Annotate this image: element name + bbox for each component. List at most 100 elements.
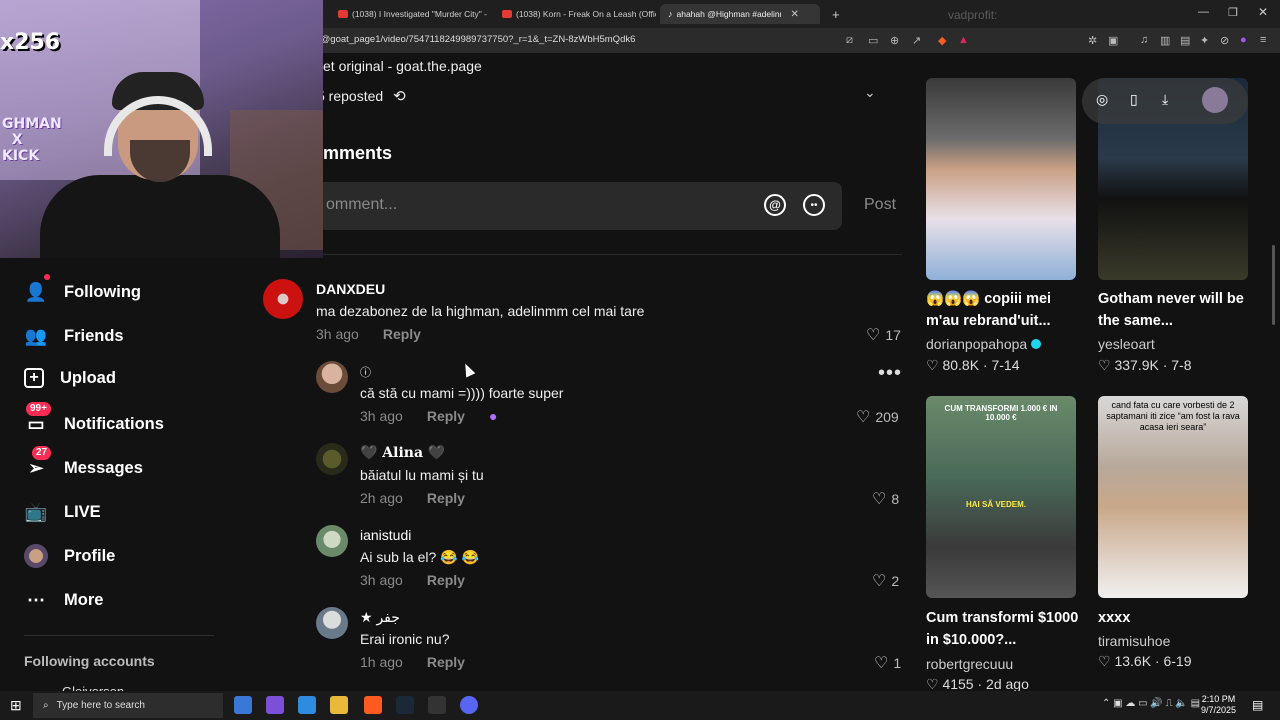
count-overlay: x256 xyxy=(0,30,61,55)
sidebar-item-more[interactable]: ⋯ More xyxy=(24,588,103,612)
comment-author[interactable]: ⓘ xyxy=(360,364,371,380)
discord-icon[interactable] xyxy=(460,696,478,714)
like-button[interactable]: ♡ 1 xyxy=(874,653,901,673)
repost-icon[interactable]: ⟲ xyxy=(393,87,406,105)
terminal-icon[interactable] xyxy=(428,696,446,714)
tray-icons[interactable]: ⌃ ▣ ☁ ▭ 🔊 ⎍ 🔈 ▤ xyxy=(1102,698,1200,709)
comment-author[interactable]: ianistudi xyxy=(360,527,411,543)
avatar[interactable] xyxy=(316,525,348,557)
task-view-icon[interactable] xyxy=(234,696,252,714)
like-button[interactable]: ♡ 209 xyxy=(856,407,899,427)
video-title[interactable]: xxxx xyxy=(1098,607,1258,629)
sidebar-item-following[interactable]: 👤 Following xyxy=(24,274,141,304)
scrollbar[interactable] xyxy=(1272,245,1275,325)
minimize-icon[interactable]: — xyxy=(1198,6,1209,18)
sidebar-item-profile[interactable]: Profile xyxy=(24,544,115,568)
taskbar-search[interactable]: ⌕ Type here to search xyxy=(33,693,223,718)
like-button[interactable]: ♡ 2 xyxy=(872,571,899,591)
brave-shield-icon[interactable]: ◆ xyxy=(938,34,946,47)
brave-icon[interactable] xyxy=(364,696,382,714)
rewards-icon[interactable]: ▲ xyxy=(958,34,969,46)
chevron-down-icon[interactable]: ⌄ xyxy=(864,84,876,101)
browser-tab-active[interactable]: ♪ ahahah @Highman #adelinmm ✕ xyxy=(660,4,820,24)
comment-author[interactable]: 🖤 Alina 🖤 xyxy=(360,445,445,461)
zoom-icon[interactable]: ⊕ xyxy=(890,34,899,47)
video-title[interactable]: Gotham never will be the same... xyxy=(1098,288,1258,332)
ai-icon[interactable]: ✦ xyxy=(1200,34,1209,47)
share-icon[interactable]: ↗ xyxy=(912,34,921,47)
upload-icon: + xyxy=(24,368,44,388)
avatar[interactable] xyxy=(263,279,303,319)
avatar[interactable] xyxy=(316,443,348,475)
brand-overlay: GHMAN X KICK xyxy=(2,116,62,164)
reply-button[interactable]: Reply xyxy=(427,572,465,588)
video-thumbnail[interactable] xyxy=(926,78,1076,280)
wallet-icon[interactable]: ▤ xyxy=(1180,34,1190,47)
app-icon[interactable] xyxy=(266,696,284,714)
sidebar-toggle-icon[interactable]: ▥ xyxy=(1160,34,1170,47)
steam-icon[interactable] xyxy=(396,696,414,714)
windows-start-icon[interactable]: ⊞ xyxy=(10,697,22,714)
like-button[interactable]: ♡ 8 xyxy=(872,489,899,509)
vpn-icon[interactable]: ⊘ xyxy=(1220,34,1229,47)
phone-icon[interactable]: ▯ xyxy=(1130,91,1138,108)
profile-icon[interactable]: ● xyxy=(1240,34,1247,46)
more-options-icon[interactable]: ••• xyxy=(878,362,902,385)
sidebar-item-messages[interactable]: ➢ 27 Messages xyxy=(24,446,143,480)
reply-button[interactable]: Reply xyxy=(427,654,465,670)
like-count: 17 xyxy=(885,327,901,343)
avatar[interactable] xyxy=(316,607,348,639)
video-title[interactable]: 😱😱😱 copiii mei m'au rebrand'uit... xyxy=(926,288,1086,332)
extensions-icon[interactable]: ✲ xyxy=(1088,34,1097,47)
video-thumbnail[interactable]: cand fata cu care vorbesti de 2 saptaman… xyxy=(1098,396,1248,598)
screenshot-icon[interactable]: ▣ xyxy=(1108,34,1118,47)
chat-username: vadprofit: xyxy=(948,8,998,22)
reply-button[interactable]: Reply xyxy=(427,408,465,424)
url-field[interactable]: /@goat_page1/video/7547118249989737750?_… xyxy=(318,34,635,45)
restore-icon[interactable]: ❐ xyxy=(1228,6,1238,19)
notification-center-icon[interactable]: ▤ xyxy=(1252,698,1263,712)
post-button[interactable]: Post xyxy=(864,196,896,214)
sidebar-item-upload[interactable]: + Upload xyxy=(24,368,116,388)
video-author[interactable]: robertgrecuuu xyxy=(926,656,1013,672)
comment-author[interactable]: ★ جفر xyxy=(360,609,400,626)
sidebar-item-notifications[interactable]: ▭ 99+ Notifications xyxy=(24,402,164,436)
menu-icon[interactable]: ≡ xyxy=(1260,34,1266,46)
verified-icon xyxy=(1031,339,1042,349)
sound-link[interactable]: et original - goat.the.page xyxy=(323,58,482,74)
download-icon[interactable]: ⤓ xyxy=(1162,91,1168,108)
reply-button[interactable]: Reply xyxy=(427,490,465,506)
speed-icon[interactable]: ◎ xyxy=(1096,91,1108,108)
comment-input[interactable] xyxy=(326,196,746,214)
video-thumbnail[interactable]: CUM TRANSFORMI 1.000 € IN 10.000 € HAI S… xyxy=(926,396,1076,598)
copilot-icon[interactable] xyxy=(298,696,316,714)
sidebar-item-live[interactable]: 📺 LIVE xyxy=(24,500,101,524)
browser-tab[interactable]: (1038) Korn - Freak On a Leash (Offic xyxy=(494,4,656,24)
avatar[interactable] xyxy=(1202,87,1228,113)
new-tab-button[interactable]: + xyxy=(824,4,844,24)
sidebar-item-friends[interactable]: 👥 Friends xyxy=(24,324,124,348)
video-author[interactable]: tiramisuhoe xyxy=(1098,633,1170,649)
reader-icon[interactable]: ⧄ xyxy=(846,34,853,47)
emoji-icon[interactable]: •• xyxy=(803,194,825,216)
clock[interactable]: 2:10 PM 9/7/2025 xyxy=(1201,694,1236,716)
comment-author[interactable]: DANXDEU xyxy=(316,281,385,297)
close-window-icon[interactable]: ✕ xyxy=(1258,5,1268,19)
messages-badge: 27 xyxy=(32,446,52,460)
like-button[interactable]: ♡ 17 xyxy=(866,325,901,345)
video-author[interactable]: yesleoart xyxy=(1098,336,1155,352)
mention-icon[interactable]: @ xyxy=(764,194,786,216)
avatar[interactable] xyxy=(316,361,348,393)
video-toolbar: ◎ ▯ ⤓ xyxy=(1082,78,1248,124)
youtube-icon xyxy=(502,10,512,18)
comment-time: 1h ago xyxy=(360,654,403,670)
video-title[interactable]: Cum transformi $1000 in $10.000?... xyxy=(926,607,1086,651)
file-explorer-icon[interactable] xyxy=(330,696,348,714)
comment-text: ma dezabonez de la highman, adelinmm cel… xyxy=(316,303,645,319)
close-tab-icon[interactable]: ✕ xyxy=(791,9,799,20)
music-icon[interactable]: ♫ xyxy=(1140,34,1148,46)
browser-tab[interactable]: (1038) I Investigated "Murder City" - xyxy=(330,4,490,24)
cast-icon[interactable]: ▭ xyxy=(868,34,878,47)
reply-button[interactable]: Reply xyxy=(383,326,421,342)
video-author[interactable]: dorianpopahopa xyxy=(926,336,1042,352)
